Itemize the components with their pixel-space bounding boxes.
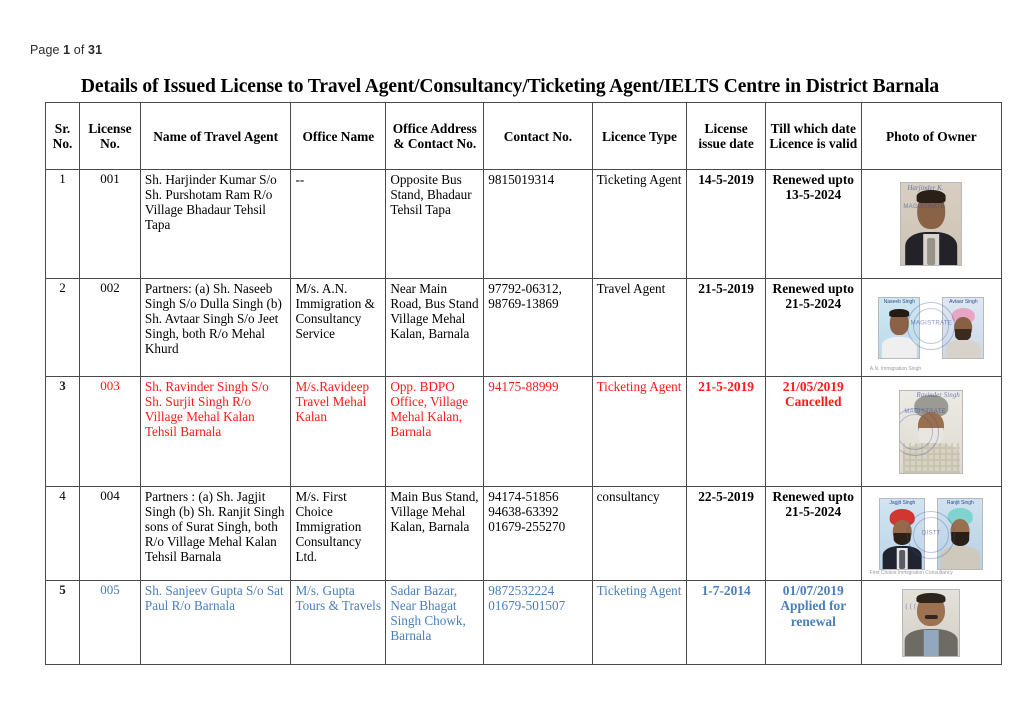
owner-photo-image: Harjinder K. MAGISTRATE bbox=[900, 182, 963, 266]
column-header-office-address: Office Address & Contact No. bbox=[385, 102, 485, 170]
page-label-prefix: Page bbox=[30, 43, 64, 57]
cell-office-address: Opp. BDPO Office, Village Mehal Kalan, B… bbox=[385, 376, 485, 487]
cell-issue-date: 21-5-2019 bbox=[686, 278, 766, 377]
photo-footnote: A.N. Immigration Singh bbox=[869, 366, 922, 373]
owner-photo-image: Ravinder Singh MAGISTRATE bbox=[899, 389, 964, 474]
cell-contact-no: 94175-88999 bbox=[483, 376, 593, 487]
cell-license-no: 005 bbox=[79, 580, 141, 665]
cell-issue-date: 1-7-2014 bbox=[686, 580, 766, 665]
photo-container: Ravinder Singh MAGISTRATE bbox=[866, 379, 997, 484]
owner-photo-image: Avtaar Singh bbox=[942, 296, 985, 359]
owner-photo-image: ( ( ( bbox=[902, 588, 961, 657]
owner-photo-image: Naseeb Singh bbox=[878, 296, 921, 359]
cell-valid-till: Renewed upto 21-5-2024 bbox=[764, 486, 862, 581]
photo-caption: Naseeb Singh bbox=[883, 298, 916, 305]
table-row: 1 001 Sh. Harjinder Kumar S/o Sh. Pursho… bbox=[44, 169, 1003, 279]
column-header-photo: Photo of Owner bbox=[860, 102, 1003, 170]
cell-office-address: Main Bus Stand, Village Mehal Kalan, Bar… bbox=[385, 486, 485, 581]
cell-licence-type: Ticketing Agent bbox=[591, 169, 688, 279]
cell-sr-no: 2 bbox=[44, 278, 81, 377]
column-header-office-name: Office Name bbox=[290, 102, 387, 170]
cell-office-name: M/s.Ravideep Travel Mehal Kalan bbox=[290, 376, 387, 487]
photo-container: Jagjit Singh Ranjit Singh DISTT First Ch… bbox=[866, 489, 997, 578]
photo-footnote: First Choice Immigration Consultancy bbox=[869, 570, 953, 577]
column-header-contact-no: Contact No. bbox=[483, 102, 593, 170]
cell-sr-no: 3 bbox=[44, 376, 81, 487]
cell-valid-till: Renewed upto 13-5-2024 bbox=[764, 169, 862, 279]
column-header-license-no: License No. bbox=[79, 102, 141, 170]
column-header-licence-type: Licence Type bbox=[591, 102, 688, 170]
page-label-middle: of bbox=[70, 43, 89, 57]
table-row: 4 004 Partners : (a) Sh. Jagjit Singh (b… bbox=[44, 486, 1003, 581]
photo-caption: Jagjit Singh bbox=[889, 499, 916, 506]
cell-issue-date: 14-5-2019 bbox=[686, 169, 766, 279]
table-row: 2 002 Partners: (a) Sh. Naseeb Singh S/o… bbox=[44, 278, 1003, 377]
cell-office-name: M/s. A.N. Immigration & Consultancy Serv… bbox=[290, 278, 387, 377]
cell-valid-till: Renewed upto 21-5-2024 bbox=[764, 278, 862, 377]
page-title: Details of Issued License to Travel Agen… bbox=[80, 76, 940, 97]
photo-container: Naseeb Singh Avtaar Singh MAGISTRATE A.N… bbox=[866, 281, 997, 374]
cell-licence-type: Ticketing Agent bbox=[591, 376, 688, 487]
cell-owner-photo: Naseeb Singh Avtaar Singh MAGISTRATE A.N… bbox=[860, 278, 1003, 377]
owner-photo-image: Ranjit Singh bbox=[937, 497, 984, 570]
cell-license-no: 001 bbox=[79, 169, 141, 279]
cell-office-name: M/s. First Choice Immigration Consultanc… bbox=[290, 486, 387, 581]
cell-office-name: M/s. Gupta Tours & Travels bbox=[290, 580, 387, 665]
photo-caption: Avtaar Singh bbox=[949, 298, 978, 305]
owner-photo-image: Jagjit Singh bbox=[879, 497, 926, 570]
cell-name: Partners : (a) Sh. Jagjit Singh (b) Sh. … bbox=[139, 486, 292, 581]
cell-issue-date: 21-5-2019 bbox=[686, 376, 766, 487]
page-number-indicator: Page 1 of 31 bbox=[30, 43, 102, 57]
cell-owner-photo: ( ( ( bbox=[860, 580, 1003, 665]
total-page-count: 31 bbox=[88, 43, 103, 57]
license-table: Sr. No. License No. Name of Travel Agent… bbox=[44, 102, 1003, 665]
cell-contact-no: 9872532224 01679-501507 bbox=[483, 580, 593, 665]
table-row: 3 003 Sh. Ravinder Singh S/o Sh. Surjit … bbox=[44, 376, 1003, 487]
cell-office-name: -- bbox=[290, 169, 387, 279]
table-header-row: Sr. No. License No. Name of Travel Agent… bbox=[44, 102, 1003, 170]
cell-sr-no: 5 bbox=[44, 580, 81, 665]
cell-issue-date: 22-5-2019 bbox=[686, 486, 766, 581]
cell-name: Partners: (a) Sh. Naseeb Singh S/o Dulla… bbox=[139, 278, 292, 377]
photo-container: ( ( ( bbox=[866, 583, 997, 662]
column-header-sr-no: Sr. No. bbox=[44, 102, 81, 170]
photo-container: Harjinder K. MAGISTRATE bbox=[866, 172, 997, 276]
cell-license-no: 002 bbox=[79, 278, 141, 377]
cell-sr-no: 1 bbox=[44, 169, 81, 279]
cell-licence-type: Travel Agent bbox=[591, 278, 688, 377]
photo-caption: Ranjit Singh bbox=[946, 499, 974, 506]
document-page: Page 1 of 31 Details of Issued License t… bbox=[0, 0, 1020, 721]
cell-owner-photo: Ravinder Singh MAGISTRATE bbox=[860, 376, 1003, 487]
cell-owner-photo: Harjinder K. MAGISTRATE bbox=[860, 169, 1003, 279]
column-header-issue-date: License issue date bbox=[686, 102, 766, 170]
cell-license-no: 004 bbox=[79, 486, 141, 581]
cell-contact-no: 9815019314 bbox=[483, 169, 593, 279]
column-header-name: Name of Travel Agent bbox=[139, 102, 292, 170]
cell-licence-type: Ticketing Agent bbox=[591, 580, 688, 665]
cell-contact-no: 97792-06312, 98769-13869 bbox=[483, 278, 593, 377]
cell-office-address: Opposite Bus Stand, Bhadaur Tehsil Tapa bbox=[385, 169, 485, 279]
cell-name: Sh. Ravinder Singh S/o Sh. Surjit Singh … bbox=[139, 376, 292, 487]
table-row: 5 005 Sh. Sanjeev Gupta S/o Sat Paul R/o… bbox=[44, 580, 1003, 665]
column-header-valid-till: Till which date Licence is valid bbox=[764, 102, 862, 170]
cell-name: Sh. Harjinder Kumar S/o Sh. Purshotam Ra… bbox=[139, 169, 292, 279]
cell-contact-no: 94174-51856 94638-63392 01679-255270 bbox=[483, 486, 593, 581]
cell-license-no: 003 bbox=[79, 376, 141, 487]
cell-licence-type: consultancy bbox=[591, 486, 688, 581]
cell-office-address: Sadar Bazar, Near Bhagat Singh Chowk, Ba… bbox=[385, 580, 485, 665]
cell-valid-till: 21/05/2019 Cancelled bbox=[764, 376, 862, 487]
cell-sr-no: 4 bbox=[44, 486, 81, 581]
cell-owner-photo: Jagjit Singh Ranjit Singh DISTT First Ch… bbox=[860, 486, 1003, 581]
cell-name: Sh. Sanjeev Gupta S/o Sat Paul R/o Barna… bbox=[139, 580, 292, 665]
cell-office-address: Near Main Road, Bus Stand Village Mehal … bbox=[385, 278, 485, 377]
cell-valid-till: 01/07/2019 Applied for renewal bbox=[764, 580, 862, 665]
